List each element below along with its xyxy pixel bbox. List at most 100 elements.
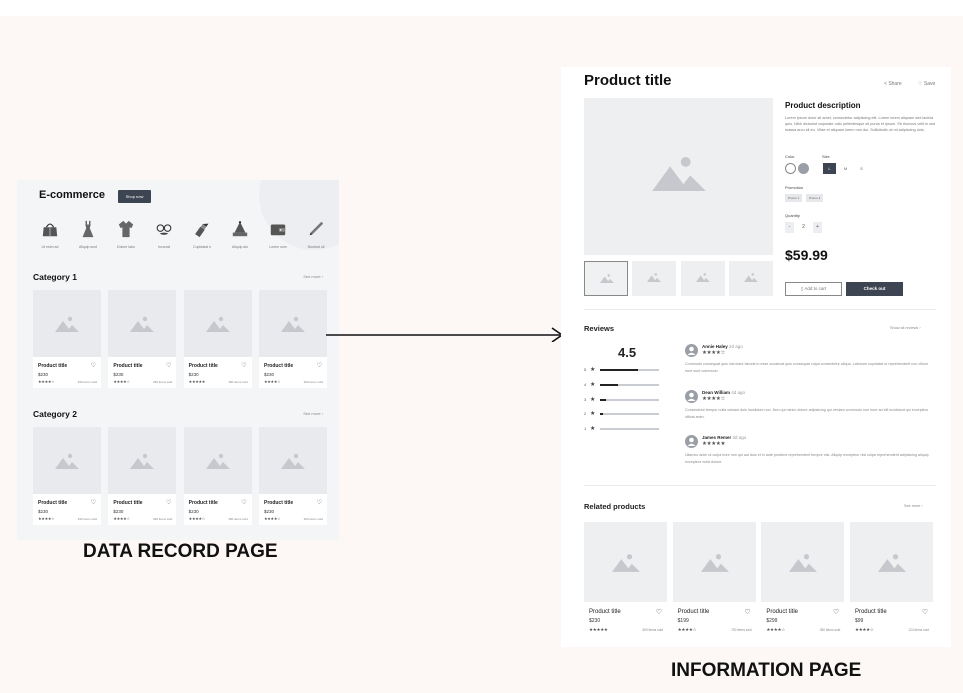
category-label: Ut enim ad [41,245,59,249]
promo-chip[interactable]: Promo 1 [785,194,803,202]
thumbnail[interactable] [728,261,773,296]
product-card[interactable]: Product title ♡ $230 ★★★★☆ 390 items sol… [108,427,177,525]
rating-bar: 5 ★ [584,367,664,373]
share-icon: < [884,81,887,87]
items-sold: 390 items sold [228,380,248,384]
product-title: Product title [38,500,68,506]
size-option-s[interactable]: S [855,163,868,174]
heart-icon[interactable]: ♡ [317,499,322,506]
see-more-link[interactable]: See more › [303,274,323,279]
category-shirt[interactable]: Dolore labo [109,220,143,249]
reviewer-name: Annie Haley 2d ago [702,344,743,349]
product-price: $230 [188,509,199,514]
check-out-button[interactable]: Check out [846,282,903,296]
product-card[interactable]: Product title ♡ $230 ★★★★☆ 390 items sol… [33,427,101,525]
share-button[interactable]: < Share [884,81,902,87]
category-label: Lorem sum [269,245,287,249]
color-swatch-white[interactable] [785,163,796,174]
category-dress[interactable]: Aliquip sunt [71,220,105,249]
product-image-placeholder [761,522,845,602]
review-rating: ★★★★★ [702,441,726,447]
size-option-l[interactable]: L [823,163,836,174]
heart-icon[interactable]: ♡ [241,499,246,506]
category-label: Aliquip alo [231,245,249,249]
avatar [685,390,698,403]
heart-icon[interactable]: ♡ [166,499,171,506]
items-sold: 390 items sold [77,380,97,384]
product-price: $230 [38,372,49,377]
show-all-reviews-link[interactable]: Show all reviews › [890,326,921,330]
product-image-placeholder [33,427,101,494]
color-swatch-gray[interactable] [798,163,809,174]
heart-icon[interactable]: ♡ [91,499,96,506]
product-title: Product title [188,500,218,506]
shop-now-button[interactable]: Shop now [118,190,151,203]
heart-icon[interactable]: ♡ [317,362,322,369]
related-product-card[interactable]: Product title ♡ $99 ★★★★☆ 124 items sold [849,522,933,639]
items-sold: 500 items sold [642,628,663,632]
review-text: Ullamco anim ut culpa irure non qui aut … [685,453,929,464]
category-pen[interactable]: Nostrud ull [299,220,333,249]
image-placeholder-icon [700,554,729,572]
image-placeholder-icon [695,273,710,282]
size-option-m[interactable]: M [839,163,852,174]
image-placeholder-icon [55,453,79,469]
product-price: $299 [766,618,778,624]
product-card[interactable]: Product title ♡ $230 ★★★★☆ 390 items sol… [108,290,177,388]
thumbnail[interactable] [584,261,628,296]
see-more-link[interactable]: See more › [303,411,323,416]
user-icon [687,346,696,355]
review-rating: ★★★★☆ [702,396,726,402]
related-see-more-link[interactable]: See more › [904,504,923,508]
category-wallet[interactable]: Lorem sum [261,220,295,249]
items-sold: 350 items sold [819,628,841,632]
quantity-increment-button[interactable]: + [813,222,822,233]
heart-icon[interactable]: ♡ [744,608,750,616]
image-placeholder-icon [205,316,230,332]
category-hat[interactable]: Aliquip alo [223,220,257,249]
cart-icon: ▯ [800,286,804,291]
product-image-placeholder [183,427,252,494]
quantity-value[interactable]: 2 [799,222,808,233]
heart-icon: ♡ [918,81,923,87]
product-image-placeholder [672,522,756,602]
quantity-decrement-button[interactable]: - [785,222,794,233]
product-title: Product title [38,363,68,369]
category-glasses[interactable]: Incurrat [147,220,181,249]
heart-icon[interactable]: ♡ [922,608,928,616]
thumbnail[interactable] [632,261,677,296]
product-rating: ★★★★☆ [113,516,130,521]
product-title: Product title [263,500,294,506]
product-card[interactable]: Product title ♡ $230 ★★★★★ 390 items sol… [183,290,252,388]
related-products-title: Related products [584,502,646,511]
heart-icon[interactable]: ♡ [241,362,246,369]
related-product-card[interactable]: Product title ♡ $199 ★★★★☆ 700 items sol… [672,522,756,639]
product-page-title: Product title [584,72,672,89]
heart-icon[interactable]: ♡ [656,608,662,616]
product-price: $230 [113,509,124,514]
related-product-card[interactable]: Product title ♡ $230 ★★★★★ 500 items sol… [584,522,667,639]
heart-icon[interactable]: ♡ [91,362,96,369]
rating-bar: 1 ★ [584,426,664,432]
category-label: Cupidatat n [193,245,211,249]
thumbnail[interactable] [680,261,725,296]
add-to-cart-button[interactable]: ▯ Add to cart [785,282,842,296]
related-product-card[interactable]: Product title ♡ $299 ★★★★☆ 350 items sol… [761,522,845,639]
category-lipstick[interactable]: Cupidatat n [185,220,219,249]
product-card[interactable]: Product title ♡ $230 ★★★★☆ 390 items sol… [258,427,327,525]
product-price: $59.99 [785,247,828,263]
product-card[interactable]: Product title ♡ $230 ★★★★☆ 390 items sol… [258,290,327,388]
product-image-placeholder [183,290,252,357]
product-price: $199 [677,618,689,624]
heart-icon[interactable]: ♡ [833,608,839,616]
product-image-placeholder [258,427,327,494]
rating-bar: 4 ★ [584,382,664,388]
wallet-icon [270,224,286,236]
heart-icon[interactable]: ♡ [166,362,171,369]
save-button[interactable]: ♡ Save [918,81,935,87]
product-rating: ★★★★☆ [38,379,55,384]
category-handbag[interactable]: Ut enim ad [33,220,67,249]
product-card[interactable]: Product title ♡ $230 ★★★★☆ 390 items sol… [33,290,101,388]
promo-chip[interactable]: Promo 2 [806,194,824,202]
product-card[interactable]: Product title ♡ $230 ★★★★☆ 390 items sol… [183,427,252,525]
